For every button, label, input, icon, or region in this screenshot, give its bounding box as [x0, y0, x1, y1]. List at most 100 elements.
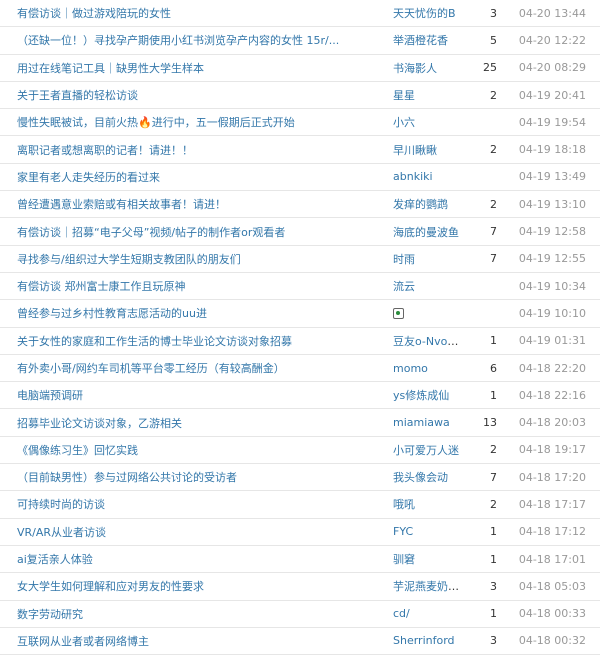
topic-author-cell: 芋泥燕麦奶茶不	[393, 578, 463, 594]
topic-title-link[interactable]: 《偶像练习生》回忆实践	[17, 444, 138, 457]
topic-author-link[interactable]: 流云	[393, 280, 415, 293]
topic-title-link[interactable]: 家里有老人走失经历的看过来	[17, 171, 160, 184]
topic-title-link[interactable]: 慢性失眠被试，目前火热🔥进行中，五一假期后正式开始	[17, 116, 295, 129]
topic-author-cell: abnkiki	[393, 170, 463, 183]
topic-row: 家里有老人走失经历的看过来 abnkiki 04-19 13:49	[0, 164, 600, 192]
topic-title-cell: 用过在线笔记工具｜缺男性大学生样本	[0, 60, 393, 76]
topic-title-link[interactable]: 寻找参与/组织过大学生短期支教团队的朋友们	[17, 253, 241, 266]
topic-last-reply-time: 04-18 05:03	[518, 579, 586, 593]
topic-title-cell: 有偿访谈｜做过游戏陪玩的女性	[0, 5, 393, 21]
topic-author-link[interactable]: momo	[393, 362, 428, 375]
topic-last-reply-time: 04-18 00:32	[518, 634, 586, 648]
topic-last-reply-time: 04-18 19:17	[518, 443, 586, 457]
topic-author-link[interactable]: FYC	[393, 525, 413, 538]
topic-title-link[interactable]: 有偿访谈｜招募“电子父母”视频/帖子的制作者or观看者	[17, 226, 285, 239]
topic-title-link[interactable]: （还缺一位！）寻找孕产期使用小红书浏览孕产内容的女性 15r/...	[17, 34, 339, 47]
topic-author-link[interactable]: 天天忧伤的B	[393, 7, 456, 20]
topic-author-link[interactable]: Sherrinford	[393, 634, 455, 647]
topic-title-link[interactable]: VR/AR从业者访谈	[17, 526, 106, 539]
topic-title-cell: 有外卖小哥/网约车司机等平台零工经历（有较高酬金）	[0, 360, 393, 376]
topic-author-cell: momo	[393, 362, 463, 375]
topic-author-link[interactable]: 哦吼	[393, 498, 415, 511]
avatar-icon[interactable]	[393, 308, 404, 320]
topic-author-link[interactable]: ys修炼成仙	[393, 389, 449, 402]
topic-author-cell: 小六	[393, 114, 463, 130]
topic-title-link[interactable]: 关于王者直播的轻松访谈	[17, 89, 138, 102]
topic-title-link[interactable]: 招募毕业论文访谈对象，乙游相关	[17, 417, 182, 430]
topic-author-cell: FYC	[393, 525, 463, 538]
topic-title-link[interactable]: （目前缺男性）参与过网络公共讨论的受访者	[17, 471, 237, 484]
topic-title-link[interactable]: 曾经遭遇意业索赔或有相关故事者！请进！	[17, 198, 226, 211]
topic-author-link[interactable]: 时雨	[393, 253, 415, 266]
topic-last-reply-time: 04-19 18:18	[518, 143, 586, 157]
topic-title-cell: 关于王者直播的轻松访谈	[0, 87, 393, 103]
topic-author-link[interactable]: 举酒橙花香	[393, 34, 448, 47]
topic-author-cell: 流云	[393, 278, 463, 294]
topic-author-cell: ys修炼成仙	[393, 387, 463, 403]
topic-title-link[interactable]: 互联网从业者或者网络博主	[17, 635, 149, 648]
topic-author-link[interactable]: 小可爱万人迷	[393, 444, 459, 457]
topic-author-link[interactable]: 星星	[393, 89, 415, 102]
topic-title-link[interactable]: 关于女性的家庭和工作生活的博士毕业论文访谈对象招募	[17, 335, 292, 348]
topic-row: 女大学生如何理解和应对男友的性要求 芋泥燕麦奶茶不 3 04-18 05:03	[0, 573, 600, 601]
topic-last-reply-time: 04-19 10:10	[518, 306, 586, 320]
topic-title-cell: 曾经遭遇意业索赔或有相关故事者！请进！	[0, 196, 393, 212]
topic-last-reply-time: 04-19 13:10	[518, 197, 586, 211]
topic-title-cell: 关于女性的家庭和工作生活的博士毕业论文访谈对象招募	[0, 333, 393, 349]
topic-row: 有偿访谈 郑州富士康工作且玩原神 流云 04-19 10:34	[0, 273, 600, 301]
topic-author-link[interactable]: 驯窘	[393, 553, 415, 566]
topic-title-link[interactable]: 离职记者或想离职的记者！请进！！	[17, 144, 193, 157]
topic-title-link[interactable]: 电脑端预调研	[17, 389, 83, 402]
topic-title-link[interactable]: 可持续时尚的访谈	[17, 498, 105, 511]
topic-author-link[interactable]: 芋泥燕麦奶茶不	[393, 580, 463, 593]
topic-row: 曾经遭遇意业索赔或有相关故事者！请进！ 发痒的鹦鹉 2 04-19 13:10	[0, 191, 600, 219]
topic-title-link[interactable]: 女大学生如何理解和应对男友的性要求	[17, 580, 204, 593]
topic-author-link[interactable]: 海底的曼波鱼	[393, 226, 459, 239]
topic-reply-count: 5	[490, 33, 497, 47]
topic-author-cell: 我头像会动	[393, 469, 463, 485]
topic-title-link[interactable]: 用过在线笔记工具｜缺男性大学生样本	[17, 62, 204, 75]
topic-author-link[interactable]: 豆友o-Nvoex4zs	[393, 335, 463, 348]
topic-reply-count: 7	[490, 225, 497, 239]
topic-title-cell: 电脑端预调研	[0, 387, 393, 403]
topic-title-link[interactable]: 有偿访谈 郑州富士康工作且玩原神	[17, 280, 186, 293]
topic-author-link[interactable]: 小六	[393, 116, 415, 129]
topic-author-link[interactable]: 我头像会动	[393, 471, 448, 484]
topic-reply-count: 7	[490, 252, 497, 266]
topic-row: 曾经参与过乡村性教育志愿活动的uu进 04-19 10:10	[0, 300, 600, 328]
topic-reply-count: 2	[490, 443, 497, 457]
topic-row: 可持续时尚的访谈 哦吼 2 04-18 17:17	[0, 491, 600, 519]
topic-title-link[interactable]: 数字劳动研究	[17, 608, 83, 621]
topic-author-cell: 星星	[393, 87, 463, 103]
topic-title-cell: 女大学生如何理解和应对男友的性要求	[0, 578, 393, 594]
topic-author-cell: 书海影人	[393, 60, 463, 76]
topic-title-link[interactable]: 有偿访谈｜做过游戏陪玩的女性	[17, 7, 171, 20]
topic-row: 关于女性的家庭和工作生活的博士毕业论文访谈对象招募 豆友o-Nvoex4zs 1 04…	[0, 328, 600, 355]
topic-reply-count: 6	[490, 361, 497, 375]
topic-title-cell: VR/AR从业者访谈	[0, 524, 393, 540]
topic-title-link[interactable]: ai复活亲人体验	[17, 553, 93, 566]
topic-reply-count: 1	[490, 552, 497, 566]
topic-last-reply-time: 04-18 17:17	[518, 497, 586, 511]
topic-title-link[interactable]: 有外卖小哥/网约车司机等平台零工经历（有较高酬金）	[17, 362, 285, 375]
topic-row: 慢性失眠被试，目前火热🔥进行中，五一假期后正式开始 小六 04-19 19:54	[0, 109, 600, 137]
topic-last-reply-time: 04-20 13:44	[518, 6, 586, 20]
topic-title-cell: 寻找参与/组织过大学生短期支教团队的朋友们	[0, 251, 393, 267]
topic-author-link[interactable]: 发痒的鹦鹉	[393, 198, 448, 211]
topic-author-link[interactable]: miamiawa	[393, 416, 450, 429]
topic-author-link[interactable]: 书海影人	[393, 62, 437, 75]
topic-reply-count: 2	[490, 197, 497, 211]
topic-author-link[interactable]: cd/	[393, 607, 410, 620]
topic-title-link[interactable]: 曾经参与过乡村性教育志愿活动的uu进	[17, 307, 207, 320]
topic-title-cell: 可持续时尚的访谈	[0, 496, 393, 512]
topic-reply-count: 7	[490, 470, 497, 484]
topic-last-reply-time: 04-18 17:12	[518, 525, 586, 539]
topic-author-link[interactable]: 早川瞅瞅	[393, 144, 437, 157]
topic-last-reply-time: 04-18 22:16	[518, 388, 586, 402]
topic-last-reply-time: 04-19 12:58	[518, 225, 586, 239]
topic-reply-count: 1	[490, 607, 497, 621]
topic-row: ai复活亲人体验 驯窘 1 04-18 17:01	[0, 546, 600, 574]
topic-author-cell: 早川瞅瞅	[393, 142, 463, 158]
topic-author-link[interactable]: abnkiki	[393, 170, 433, 183]
topic-author-cell: 小可爱万人迷	[393, 442, 463, 458]
